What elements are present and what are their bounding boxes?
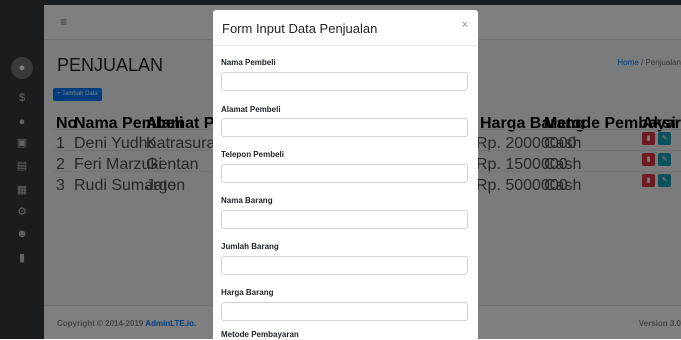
nama-pembeli-input[interactable] xyxy=(221,72,468,91)
label-alamat-pembeli: Alamat Pembeli xyxy=(221,105,281,114)
input-modal: Form Input Data Penjualan × Nama Pembeli… xyxy=(213,10,478,339)
label-telepon-pembeli: Telepon Pembeli xyxy=(221,150,284,159)
label-jumlah-barang: Jumlah Barang xyxy=(221,242,279,251)
nama-barang-input[interactable] xyxy=(221,210,468,229)
label-metode-pembayaran: Metode Pembayaran xyxy=(221,330,299,339)
modal-header: Form Input Data Penjualan × xyxy=(213,10,478,46)
modal-title: Form Input Data Penjualan xyxy=(222,21,378,36)
label-nama-barang: Nama Barang xyxy=(221,196,273,205)
jumlah-barang-input[interactable] xyxy=(221,256,468,275)
close-icon[interactable]: × xyxy=(462,19,468,31)
label-harga-barang: Harga Barang xyxy=(221,288,274,297)
alamat-pembeli-input[interactable] xyxy=(221,118,468,137)
harga-barang-input[interactable] xyxy=(221,302,468,321)
label-nama-pembeli: Nama Pembeli xyxy=(221,58,276,67)
telepon-pembeli-input[interactable] xyxy=(221,164,468,183)
